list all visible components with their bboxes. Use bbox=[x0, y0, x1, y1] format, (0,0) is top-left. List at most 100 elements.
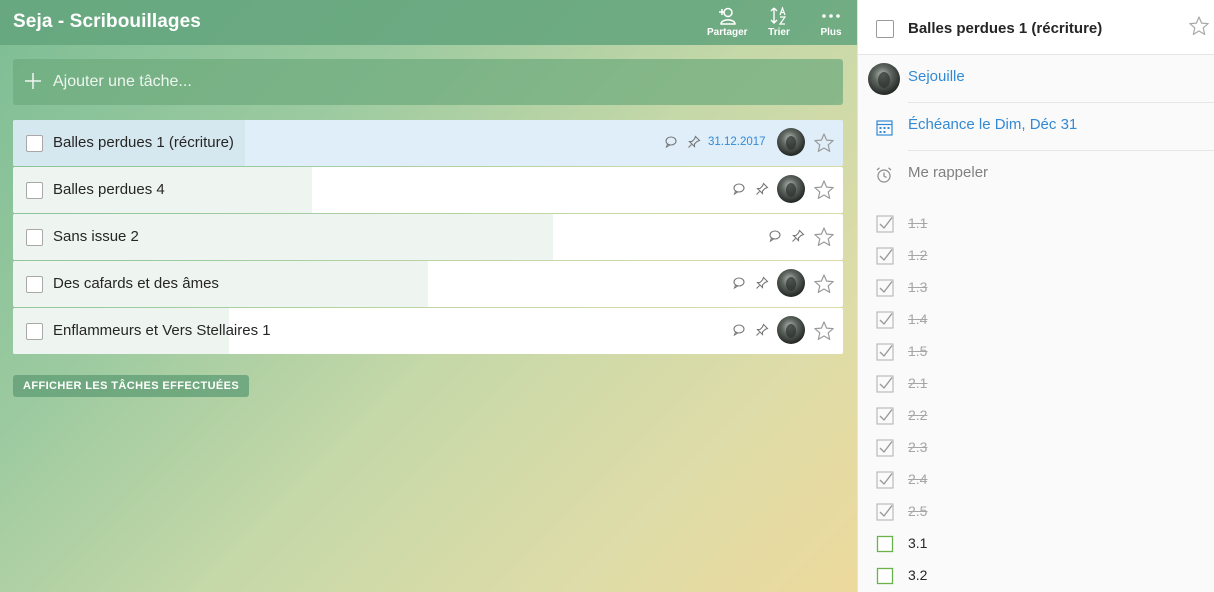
task-title: Des cafards et des âmes bbox=[53, 275, 219, 292]
reminder-label: Me rappeler bbox=[908, 164, 989, 181]
add-task-bar[interactable] bbox=[13, 59, 843, 105]
detail-checkbox[interactable] bbox=[876, 20, 894, 38]
avatar bbox=[868, 63, 900, 95]
due-date-label: Échéance le Dim, Déc 31 bbox=[908, 116, 1078, 133]
sort-az-icon bbox=[770, 6, 787, 25]
subtask-label: 1.2 bbox=[908, 247, 928, 263]
plus-icon[interactable] bbox=[24, 72, 42, 90]
star-icon[interactable] bbox=[813, 132, 835, 154]
task-title: Sans issue 2 bbox=[53, 228, 139, 245]
task-title: Enflammeurs et Vers Stellaires 1 bbox=[53, 322, 271, 339]
subtask-row[interactable]: 3.1 bbox=[858, 527, 1214, 559]
subtask-label: 3.2 bbox=[908, 567, 928, 583]
subtask-row[interactable]: 2.4 bbox=[858, 463, 1214, 495]
task-title: Balles perdues 4 bbox=[53, 181, 165, 198]
subtask-label: 2.2 bbox=[908, 407, 928, 423]
subtask-checked-icon[interactable] bbox=[876, 247, 894, 270]
subtask-label: 1.1 bbox=[908, 215, 928, 231]
subtask-row[interactable]: 1.4 bbox=[858, 303, 1214, 335]
subtask-row[interactable]: 2.1 bbox=[858, 367, 1214, 399]
show-completed-button[interactable]: AFFICHER LES TÂCHES EFFECTUÉES bbox=[13, 375, 250, 397]
star-icon[interactable] bbox=[813, 226, 835, 248]
subtask-checked-icon[interactable] bbox=[876, 503, 894, 526]
avatar[interactable] bbox=[777, 175, 805, 203]
detail-title[interactable]: Balles perdues 1 (récriture) bbox=[908, 20, 1102, 37]
task-checkbox[interactable] bbox=[26, 229, 43, 246]
subtask-row[interactable]: 2.5 bbox=[858, 495, 1214, 527]
subtask-checked-icon[interactable] bbox=[876, 375, 894, 398]
calendar-icon bbox=[876, 120, 893, 136]
subtask-row[interactable]: 2.3 bbox=[858, 431, 1214, 463]
task-detail-panel: Balles perdues 1 (récriture) Sejouille É… bbox=[857, 0, 1214, 592]
avatar[interactable] bbox=[777, 128, 805, 156]
detail-reminder-row[interactable]: Me rappeler bbox=[858, 151, 1214, 199]
star-icon[interactable] bbox=[1188, 15, 1210, 37]
subtask-checked-icon[interactable] bbox=[876, 279, 894, 302]
add-task-input[interactable] bbox=[53, 67, 823, 97]
share-label: Partager bbox=[707, 27, 748, 38]
comment-icon bbox=[733, 324, 745, 337]
sort-label: Trier bbox=[768, 27, 790, 38]
task-checkbox[interactable] bbox=[26, 276, 43, 293]
detail-assignee-row[interactable]: Sejouille bbox=[858, 55, 1214, 103]
avatar[interactable] bbox=[777, 269, 805, 297]
subtask-label: 1.5 bbox=[908, 343, 928, 359]
share-button[interactable]: Partager bbox=[707, 6, 748, 38]
task-due-date: 31.12.2017 bbox=[708, 136, 766, 148]
task-row[interactable]: Balles perdues 1 (récriture) 31.12.2017 bbox=[13, 120, 843, 166]
subtask-label: 1.4 bbox=[908, 311, 928, 327]
subtask-label: 2.1 bbox=[908, 375, 928, 391]
task-checkbox[interactable] bbox=[26, 182, 43, 199]
subtask-checked-icon[interactable] bbox=[876, 407, 894, 430]
share-user-icon bbox=[719, 7, 736, 25]
task-row[interactable]: Balles perdues 4 bbox=[13, 167, 843, 213]
alarm-clock-icon bbox=[876, 167, 892, 183]
star-icon[interactable] bbox=[813, 179, 835, 201]
task-checkbox[interactable] bbox=[26, 323, 43, 340]
subtask-checkbox-icon[interactable] bbox=[876, 535, 894, 558]
task-list-panel: Seja - Scribouillages Partager Trier Plu… bbox=[0, 0, 857, 592]
list-toolbar: Seja - Scribouillages Partager Trier Plu… bbox=[0, 0, 857, 45]
subtask-row[interactable]: 2.2 bbox=[858, 399, 1214, 431]
subtask-checkbox-icon[interactable] bbox=[876, 567, 894, 590]
star-icon[interactable] bbox=[813, 320, 835, 342]
comment-icon bbox=[665, 136, 677, 149]
pin-icon bbox=[792, 229, 805, 242]
subtask-row[interactable]: 1.5 bbox=[858, 335, 1214, 367]
star-icon[interactable] bbox=[813, 273, 835, 295]
comment-icon bbox=[733, 277, 745, 290]
more-dots-icon bbox=[822, 14, 840, 18]
subtask-checked-icon[interactable] bbox=[876, 439, 894, 462]
more-label: Plus bbox=[820, 27, 842, 38]
subtask-row[interactable]: 3.2 bbox=[858, 559, 1214, 591]
subtask-checked-icon[interactable] bbox=[876, 471, 894, 494]
sort-button[interactable]: Trier bbox=[764, 6, 794, 38]
pin-icon bbox=[756, 323, 769, 336]
subtask-row[interactable]: 1.3 bbox=[858, 271, 1214, 303]
subtask-row[interactable]: 1.2 bbox=[858, 239, 1214, 271]
subtask-label: 2.5 bbox=[908, 503, 928, 519]
subtask-label: 1.3 bbox=[908, 279, 928, 295]
subtask-row[interactable]: 1.1 bbox=[858, 207, 1214, 239]
subtask-checked-icon[interactable] bbox=[876, 215, 894, 238]
subtask-label: 2.4 bbox=[908, 471, 928, 487]
subtask-label: 3.1 bbox=[908, 535, 928, 551]
pin-icon bbox=[756, 182, 769, 195]
more-button[interactable]: Plus bbox=[816, 6, 846, 38]
task-checkbox[interactable] bbox=[26, 135, 43, 152]
avatar[interactable] bbox=[777, 316, 805, 344]
comment-icon bbox=[733, 183, 745, 196]
task-row[interactable]: Des cafards et des âmes bbox=[13, 261, 843, 307]
detail-header: Balles perdues 1 (récriture) bbox=[858, 0, 1214, 55]
pin-icon bbox=[756, 276, 769, 289]
assignee-name: Sejouille bbox=[908, 68, 965, 85]
subtask-checked-icon[interactable] bbox=[876, 311, 894, 334]
subtask-checked-icon[interactable] bbox=[876, 343, 894, 366]
task-row[interactable]: Sans issue 2 bbox=[13, 214, 843, 260]
list-title: Seja - Scribouillages bbox=[13, 11, 201, 32]
task-row[interactable]: Enflammeurs et Vers Stellaires 1 bbox=[13, 308, 843, 354]
subtask-label: 2.3 bbox=[908, 439, 928, 455]
detail-due-row[interactable]: Échéance le Dim, Déc 31 bbox=[858, 103, 1214, 151]
pin-icon bbox=[688, 135, 701, 148]
comment-icon bbox=[769, 230, 781, 243]
